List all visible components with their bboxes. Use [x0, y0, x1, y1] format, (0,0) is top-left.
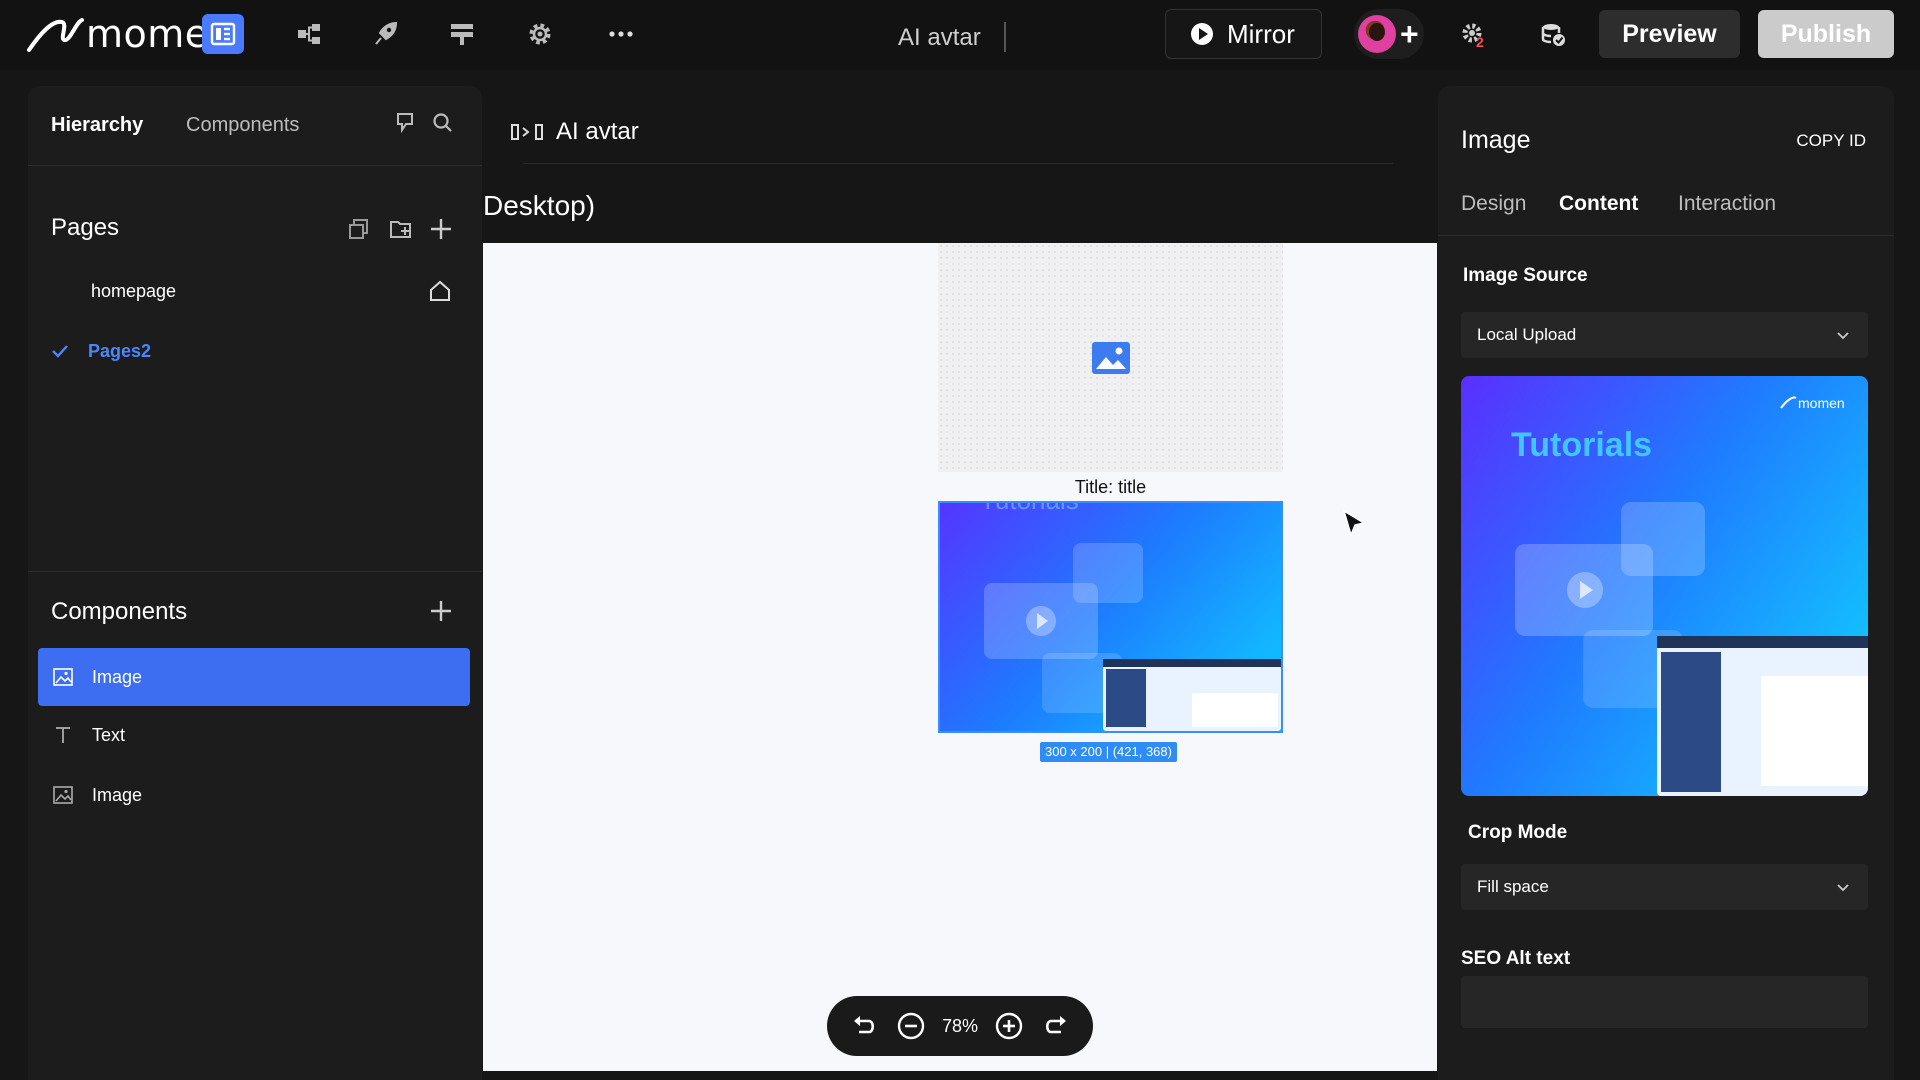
chevron-down-icon — [1837, 884, 1849, 892]
database-check-icon[interactable] — [1532, 14, 1574, 54]
size-position-tag: 300 x 200 | (421, 368) — [1040, 742, 1177, 762]
publish-button[interactable]: Publish — [1758, 10, 1894, 58]
component-label: Image — [92, 784, 143, 805]
tab-components[interactable]: Components — [186, 114, 299, 137]
add-folder-icon[interactable] — [388, 216, 414, 242]
hierarchy-panel: Hierarchy Components Pages homepage Page… — [28, 86, 482, 1080]
more-icon[interactable] — [600, 14, 642, 54]
page-frame-icon — [511, 124, 543, 140]
check-icon — [52, 345, 68, 358]
tab-interaction[interactable]: Interaction — [1678, 192, 1776, 216]
mirror-label: Mirror — [1227, 18, 1295, 49]
search-icon[interactable] — [430, 110, 456, 136]
add-component-plus-icon[interactable] — [428, 598, 454, 624]
tab-content[interactable]: Content — [1559, 192, 1638, 216]
pin-icon[interactable] — [392, 110, 418, 136]
seo-alt-text-input[interactable] — [1461, 976, 1868, 1028]
image-source-label: Image Source — [1463, 265, 1588, 286]
image-icon — [53, 786, 73, 804]
crop-mode-value: Fill space — [1477, 877, 1549, 896]
crop-mode-dropdown[interactable]: Fill space — [1461, 864, 1868, 910]
components-title: Components — [51, 598, 188, 625]
pages-panel-icon[interactable] — [202, 14, 244, 54]
selected-image[interactable]: Tutorials — [938, 501, 1283, 733]
bug-debug-icon[interactable]: 2 — [1453, 14, 1495, 54]
image-source-dropdown[interactable]: Local Upload — [1461, 312, 1868, 358]
page-item-pages2[interactable]: Pages2 — [28, 324, 482, 378]
tab-hierarchy[interactable]: Hierarchy — [51, 114, 143, 137]
crop-mode-label: Crop Mode — [1468, 822, 1568, 843]
tutorials-thumbnail: Tutorials — [940, 503, 1281, 731]
canvas-header: AI avtar Desktop) — [483, 70, 1437, 243]
component-label: Image — [92, 666, 143, 687]
momen-logo-mark — [27, 18, 84, 52]
top-bar: momen AI avtar Mirror + 2 Preview Publis… — [0, 0, 1920, 70]
text-icon — [56, 727, 70, 743]
mouse-cursor-icon — [1342, 509, 1366, 538]
header-divider — [523, 163, 1393, 164]
data-model-icon[interactable] — [288, 14, 330, 54]
zoom-in-icon[interactable] — [994, 1011, 1024, 1041]
inspector-panel: Image COPY ID Design Content Interaction… — [1438, 86, 1894, 1080]
breadcrumb-label: AI avtar — [556, 118, 639, 145]
preview-heading: Tutorials — [1511, 426, 1652, 464]
design-canvas[interactable]: Title: title Tutorials 300 x 200 | (421, — [483, 243, 1437, 1071]
component-item-image[interactable]: Image — [38, 766, 470, 824]
chevron-down-icon — [1837, 332, 1849, 340]
zoom-controls: 78% — [827, 996, 1093, 1056]
component-label: Text — [92, 724, 126, 745]
tab-divider — [1438, 235, 1894, 236]
undo-icon[interactable] — [849, 1011, 879, 1041]
add-page-plus-icon[interactable] — [428, 216, 454, 242]
user-avatar[interactable] — [1358, 15, 1396, 53]
image-placeholder-icon — [1091, 341, 1130, 374]
image-preview[interactable]: Tutorials momen — [1461, 376, 1868, 796]
copy-id-button[interactable]: COPY ID — [1796, 131, 1866, 151]
component-item-image[interactable]: Image — [38, 648, 470, 706]
duplicate-page-icon[interactable] — [346, 216, 372, 242]
mirror-button[interactable]: Mirror — [1165, 9, 1322, 59]
svg-text:Tutorials: Tutorials — [980, 503, 1079, 515]
panel-divider — [28, 571, 482, 572]
tab-design[interactable]: Design — [1461, 192, 1526, 216]
frame-label[interactable]: Desktop) — [483, 190, 595, 222]
zoom-out-icon[interactable] — [896, 1011, 926, 1041]
pages-title: Pages — [51, 214, 120, 241]
page-label: homepage — [91, 280, 177, 301]
invite-plus-icon[interactable]: + — [1400, 18, 1419, 50]
page-label: Pages2 — [88, 340, 152, 361]
inspector-title: Image — [1461, 126, 1531, 154]
collaborators[interactable]: + — [1354, 9, 1424, 59]
settings-gear-icon[interactable] — [519, 14, 561, 54]
page-item-homepage[interactable]: homepage — [28, 264, 482, 318]
tutorials-preview-image: Tutorials momen — [1461, 376, 1868, 796]
preview-brand: momen — [1798, 395, 1845, 411]
panel-tabs: Hierarchy Components — [28, 86, 482, 166]
image-icon — [53, 668, 73, 686]
title-divider — [1004, 22, 1006, 52]
play-icon — [1191, 23, 1213, 45]
zoom-level[interactable]: 78% — [942, 1016, 978, 1037]
component-item-text[interactable]: Text — [38, 706, 470, 764]
home-icon — [430, 280, 450, 301]
image-placeholder[interactable] — [938, 243, 1283, 472]
image-title-text[interactable]: Title: title — [938, 477, 1283, 498]
redo-icon[interactable] — [1041, 1011, 1071, 1041]
image-source-value: Local Upload — [1477, 325, 1577, 344]
preview-button[interactable]: Preview — [1599, 10, 1740, 58]
api-icon[interactable] — [441, 14, 483, 54]
notification-count: 2 — [1476, 34, 1484, 48]
document-title[interactable]: AI avtar — [898, 24, 981, 52]
actionflow-icon[interactable] — [364, 14, 406, 54]
breadcrumb[interactable]: AI avtar — [510, 118, 639, 146]
seo-alt-label: SEO Alt text — [1461, 948, 1571, 969]
